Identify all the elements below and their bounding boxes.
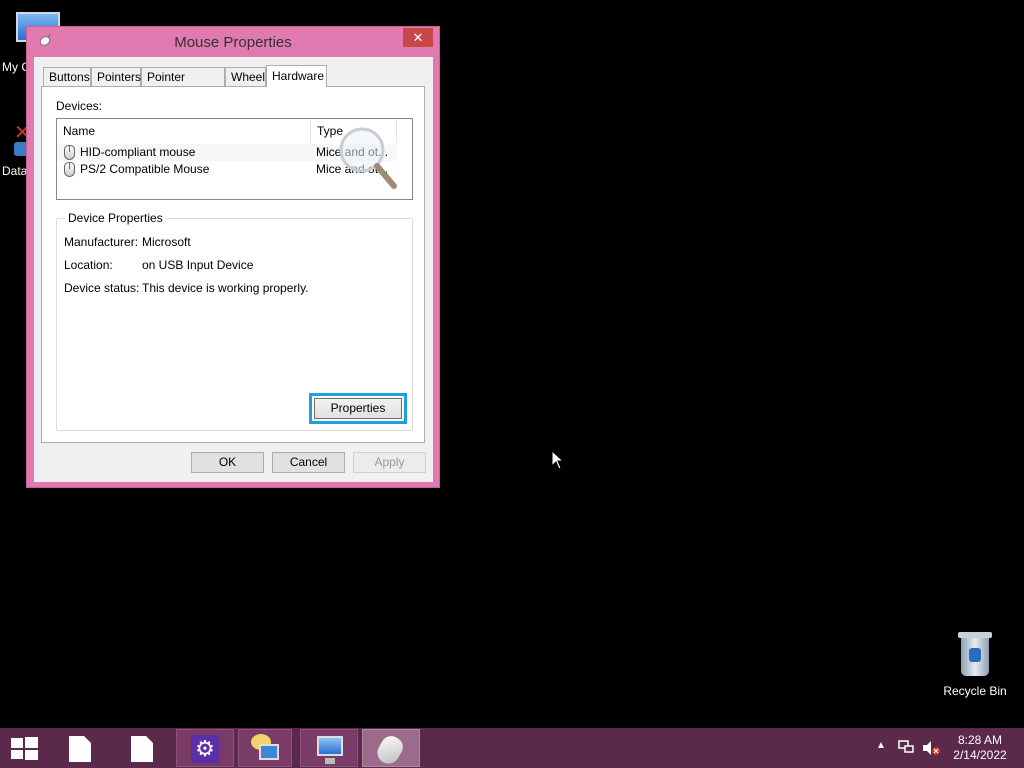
close-button[interactable]: ✕	[403, 28, 433, 47]
tab-wheel[interactable]: Wheel	[225, 67, 266, 86]
manufacturer-value: Microsoft	[142, 235, 191, 249]
taskbar: ⚙ ▲ 8:28 AM 2/14/2022	[0, 728, 1024, 768]
monitor-icon	[317, 736, 343, 764]
properties-button-label: Properties	[314, 398, 402, 419]
window-title: Mouse Properties	[174, 34, 292, 51]
mouse-device-icon	[64, 145, 75, 160]
device-status-value: This device is working properly.	[142, 281, 309, 295]
location-label: Location:	[64, 258, 113, 272]
clock-time: 8:28 AM	[957, 733, 1003, 747]
recycle-bin-desktop-icon[interactable]: Recycle Bin	[940, 630, 1010, 698]
ok-button[interactable]: OK	[191, 452, 264, 473]
tab-pointer-options[interactable]: Pointer Options	[141, 67, 225, 102]
device-status-label: Device status:	[64, 281, 140, 295]
column-header-name[interactable]: Name	[57, 119, 311, 143]
mouse-icon	[373, 732, 407, 768]
recycle-bin-label: Recycle Bin	[943, 684, 1007, 698]
location-value: on USB Input Device	[142, 258, 254, 272]
device-properties-title: Device Properties	[65, 211, 166, 225]
data-label: Data	[2, 164, 28, 178]
title-bar[interactable]: Mouse Properties ✕	[27, 27, 439, 57]
manufacturer-label: Manufacturer:	[64, 235, 139, 249]
tab-hardware[interactable]: Hardware	[266, 65, 327, 87]
device-name: PS/2 Compatible Mouse	[80, 162, 210, 176]
taskbar-mouse-properties[interactable]	[362, 729, 420, 768]
gear-icon: ⚙	[191, 735, 219, 763]
magnifier-icon	[339, 127, 397, 189]
mouse-properties-dialog: Mouse Properties ✕ Buttons Pointers Poin…	[26, 26, 440, 488]
device-name: HID-compliant mouse	[80, 145, 196, 159]
taskbar-help-support[interactable]	[238, 729, 292, 767]
dialog-client-area: Buttons Pointers Pointer Options Wheel H…	[34, 57, 433, 482]
document-icon	[131, 736, 153, 762]
tab-pointers[interactable]: Pointers	[91, 67, 141, 86]
device-properties-group: Device Properties Manufacturer: Microsof…	[56, 211, 413, 431]
start-button[interactable]	[0, 729, 48, 767]
close-icon: ✕	[412, 30, 424, 45]
taskbar-file-2[interactable]	[122, 729, 162, 767]
mouse-cursor-icon	[551, 450, 565, 470]
recycle-bin-icon	[958, 630, 992, 676]
windows-logo-icon	[11, 737, 38, 760]
cancel-button[interactable]: Cancel	[272, 452, 345, 473]
clock-date: 2/14/2022	[953, 748, 1007, 762]
tab-buttons[interactable]: Buttons	[43, 67, 91, 86]
document-icon	[69, 736, 91, 762]
apply-button[interactable]: Apply	[353, 452, 426, 473]
mouse-device-icon	[64, 162, 75, 177]
taskbar-display[interactable]	[300, 729, 358, 767]
devices-label: Devices:	[56, 99, 103, 113]
properties-button[interactable]: Properties	[309, 393, 407, 424]
monitor-icon	[259, 744, 279, 760]
system-clock[interactable]: 8:28 AM 2/14/2022	[948, 733, 1012, 763]
show-hidden-icons-chevron-icon[interactable]: ▲	[876, 740, 886, 751]
volume-muted-icon[interactable]	[922, 740, 940, 756]
taskbar-file-1[interactable]	[60, 729, 100, 767]
network-icon[interactable]	[898, 740, 914, 754]
taskbar-settings[interactable]: ⚙	[176, 729, 234, 767]
